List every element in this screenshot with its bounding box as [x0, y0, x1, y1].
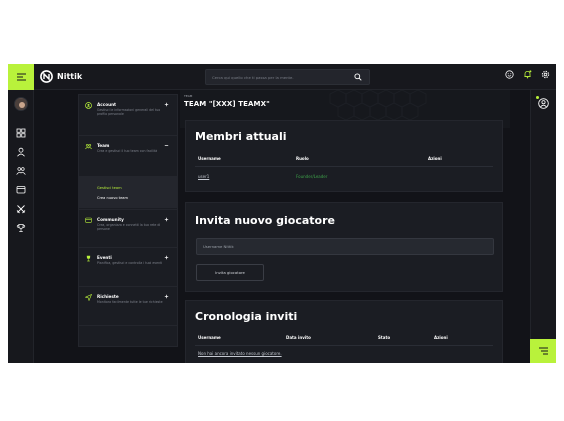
invite-player-card: Invita nuovo giocatore Invita giocatore	[185, 202, 503, 292]
menu-item-description: Crea, organizza e connetti la tua rete d…	[97, 223, 161, 232]
nittik-logo-icon	[40, 70, 53, 83]
submenu-manage-team[interactable]: Gestisci team	[97, 186, 122, 190]
plus-icon	[164, 217, 169, 222]
team-submenu: Gestisci team Crea nuovo team	[79, 176, 177, 208]
column-header-actions: Azioni	[434, 335, 448, 340]
lines-menu-icon	[538, 347, 548, 355]
member-username-link[interactable]: user1	[198, 174, 209, 179]
menu-item-title: Account	[97, 102, 117, 107]
plus-icon	[164, 102, 169, 107]
column-header-actions: Azioni	[428, 156, 442, 161]
history-heading: Cronologia inviti	[195, 310, 298, 323]
team-icon	[85, 143, 92, 150]
top-actions	[505, 70, 550, 79]
crossed-swords-icon[interactable]	[16, 204, 26, 214]
menu-item-title: Richieste	[97, 294, 119, 299]
dashboard-grid-icon[interactable]	[16, 128, 26, 138]
community-icon	[85, 217, 92, 223]
plus-icon	[164, 255, 169, 260]
right-rail	[530, 90, 556, 363]
menu-item-eventi[interactable]: Eventi Pianifica, gestisci e controlla i…	[79, 248, 177, 287]
menu-item-description: Monitora facilmente tutte le tue richies…	[97, 300, 163, 304]
members-heading: Membri attuali	[195, 130, 287, 143]
menu-item-community[interactable]: Community Crea, organizza e connetti la …	[79, 209, 177, 248]
avatar-portrait-icon	[15, 99, 27, 110]
column-header-role: Ruolo	[296, 156, 309, 161]
menu-item-description: Crea e gestisci il tuo team con facilità	[97, 149, 158, 153]
chat-window-icon[interactable]	[16, 185, 26, 195]
empty-history-message: Non hai ancora invitato nessun giocatore…	[198, 351, 282, 356]
column-header-invite-date: Data invito	[286, 335, 311, 340]
hamburger-icon	[16, 73, 26, 81]
menu-item-richieste[interactable]: Richieste Monitora facilmente tutte le t…	[79, 287, 177, 326]
column-header-status: Stato	[378, 335, 391, 340]
menu-toggle-button[interactable]	[8, 64, 34, 90]
minus-icon	[164, 145, 169, 146]
profile-user-icon[interactable]	[16, 147, 26, 157]
user-avatar[interactable]	[14, 97, 28, 111]
menu-item-team[interactable]: Team Crea e gestisci il tuo team con fac…	[79, 136, 177, 176]
settings-gear-icon[interactable]	[541, 70, 550, 79]
breadcrumb[interactable]: TEAM	[184, 94, 192, 98]
menu-item-title: Team	[97, 143, 110, 148]
send-icon	[85, 294, 92, 301]
trophy-icon[interactable]	[16, 223, 26, 233]
table-divider	[195, 345, 493, 346]
bell-icon[interactable]	[523, 70, 532, 79]
trophy-icon	[86, 255, 91, 262]
account-circle-icon	[85, 102, 92, 109]
menu-item-account[interactable]: Account Gestisci le informazioni general…	[79, 95, 177, 136]
page-title: TEAM "[XXX] TEAMX"	[184, 100, 270, 108]
current-members-card: Membri attuali Username Ruolo Azioni use…	[185, 120, 503, 192]
brand-logo[interactable]: Nittik	[40, 70, 82, 83]
member-role: Founder/Leader	[296, 174, 328, 179]
column-header-username: Username	[198, 335, 221, 340]
username-input[interactable]	[196, 238, 494, 255]
search-input[interactable]	[212, 70, 350, 84]
menu-item-description: Pianifica, gestisci e controlla i tuoi e…	[97, 261, 163, 265]
floating-menu-button[interactable]	[530, 339, 556, 363]
search-icon[interactable]	[354, 73, 362, 81]
smiley-icon[interactable]	[505, 70, 514, 79]
top-bar: Nittik	[8, 64, 556, 90]
search-box[interactable]	[205, 69, 370, 85]
menu-item-title: Eventi	[97, 255, 112, 260]
invite-player-button[interactable]: Invita giocatore	[196, 264, 264, 281]
brand-name: Nittik	[57, 72, 83, 81]
column-header-username: Username	[198, 156, 221, 161]
team-group-icon[interactable]	[16, 166, 26, 176]
invite-history-card: Cronologia inviti Username Data invito S…	[185, 300, 503, 363]
left-icon-rail	[8, 90, 34, 363]
account-circle-icon[interactable]	[538, 98, 549, 109]
settings-side-menu: Account Gestisci le informazioni general…	[78, 94, 178, 347]
plus-icon	[164, 294, 169, 299]
menu-item-description: Gestisci le informazioni generali del tu…	[97, 108, 161, 117]
invite-heading: Invita nuovo giocatore	[195, 214, 335, 227]
submenu-create-team[interactable]: Crea nuovo team	[97, 196, 128, 200]
app-window: Nittik Cerca qui quello che ti passa per…	[8, 64, 556, 363]
menu-item-title: Community	[97, 217, 124, 222]
table-divider	[195, 166, 493, 167]
